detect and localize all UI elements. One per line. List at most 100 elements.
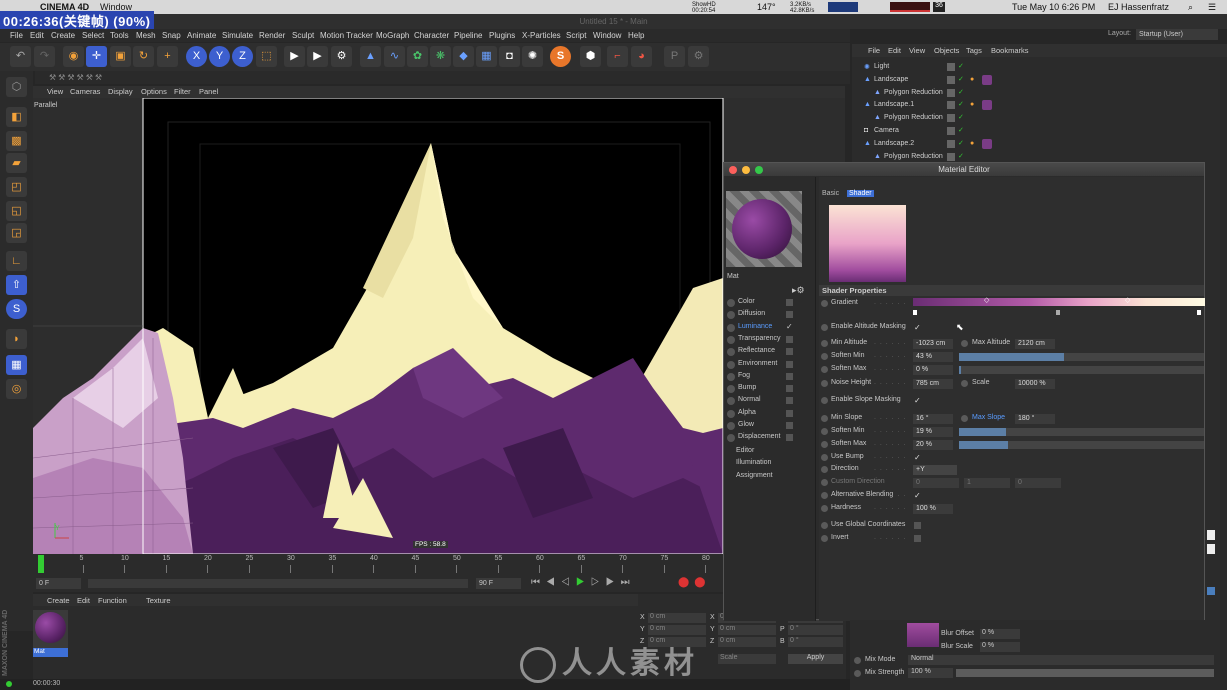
gradient-row-radio[interactable] [821,300,828,307]
channel-checkbox[interactable] [786,397,793,405]
object-menu-view[interactable]: View [909,46,925,55]
channel-checkbox[interactable] [786,422,793,429]
channel-environment[interactable]: Environment [726,359,814,371]
soften-max-slope-slider[interactable] [959,441,1204,449]
min-slope-row-radio[interactable] [821,415,828,422]
enable-check-icon[interactable]: ✓ [958,88,964,96]
menu-mograph[interactable]: MoGraph [376,31,409,40]
channel-fog[interactable]: Fog [726,371,814,383]
datetime[interactable]: Tue May 10 6:26 PM [1012,2,1095,12]
psr-icon[interactable]: P [664,46,685,67]
direction-row-radio[interactable] [821,466,828,473]
channel-radio[interactable] [727,409,735,418]
channel-glow[interactable]: Glow [726,420,814,432]
custom-direction-field[interactable]: 1 [964,478,1010,488]
object-row[interactable]: ▲ Landscape.2 ✓ ● [852,138,1222,151]
soften-min-slope-row-radio[interactable] [821,428,828,435]
scroll-handle-2[interactable] [1207,544,1215,554]
tab-basic[interactable]: Basic [822,190,839,197]
menu-script[interactable]: Script [566,31,586,40]
channel-checkbox[interactable]: ✓ [786,322,793,331]
object-row[interactable]: ◘ Camera ✓ [852,125,1222,138]
menu-create[interactable]: Create [51,31,75,40]
channel-radio[interactable] [727,385,735,394]
object-row[interactable]: ▲ Polygon Reduction ✓ [852,87,1222,100]
altitude-masking-check[interactable]: ✓ [914,323,921,332]
min-altitude-field[interactable]: -1023 cm [913,339,953,349]
xpresso-icon[interactable]: ⬢ [580,46,601,67]
alternative-blending-row-radio[interactable] [821,492,828,499]
viewport-menu-panel[interactable]: Panel [199,87,218,96]
channel-radio[interactable] [727,299,735,307]
channel-color[interactable]: Color [726,297,814,309]
close-icon[interactable] [729,166,737,174]
blur-offset-field[interactable]: 0 % [980,629,1020,639]
gradient-knot-icon[interactable] [913,310,917,315]
frame-range-slider[interactable] [88,579,468,588]
gradient-knot-icon[interactable] [1056,310,1060,315]
object-menu-bookmarks[interactable]: Bookmarks [991,46,1029,55]
spline-icon[interactable]: ∿ [384,46,405,67]
menu-file[interactable]: File [10,31,23,40]
enable-check-icon[interactable]: ✓ [958,152,964,160]
viewport-menu-display[interactable]: Display [108,87,133,96]
material-tag-icon[interactable] [982,74,992,85]
material-tag-icon[interactable] [982,138,992,149]
min-altitude-row-radio[interactable] [821,340,828,347]
soften-min-altitude-field[interactable]: 43 % [913,352,953,362]
gradient-knot-icon[interactable] [1197,310,1201,315]
scale-icon[interactable]: ▣ [110,46,131,67]
custom-direction-field[interactable]: 0 [913,478,959,488]
max-slope-field[interactable]: 180 ° [1015,414,1055,424]
soften-min-slope-field[interactable]: 19 % [913,427,953,437]
material-preview[interactable] [726,191,802,267]
menu-x-particles[interactable]: X-Particles [522,31,561,40]
object-menu-file[interactable]: File [868,46,880,55]
xparticles-icon[interactable]: ◕ [631,46,652,67]
visibility-toggle-icon[interactable] [947,75,955,84]
cube-icon[interactable]: ▲ [360,46,381,67]
mode-icons[interactable]: ⚒⚒⚒⚒⚒⚒ [49,73,129,82]
channel-checkbox[interactable] [786,360,793,368]
use-bump-row-radio[interactable] [821,454,828,461]
end-frame-field[interactable]: 90 F [476,578,521,589]
channel-checkbox[interactable] [786,385,793,393]
maximize-icon[interactable] [755,166,763,174]
spotlight-icon[interactable]: ⌕ [1188,2,1193,13]
soften-max-altitude-field[interactable]: 0 % [913,365,953,375]
gradient-preview[interactable] [829,205,906,282]
enable-check-icon[interactable]: ✓ [958,139,964,147]
menu-pipeline[interactable]: Pipeline [454,31,482,40]
generator-icon[interactable]: ✿ [407,46,428,67]
timeline-ruler[interactable]: 05101520253035404550556065707580 [33,554,723,576]
channel-transparency[interactable]: Transparency [726,334,814,346]
editor-section-illumination[interactable]: Illumination [736,459,771,466]
tag-icon[interactable]: ● [970,76,974,83]
blur-scale-field[interactable]: 0 % [980,642,1020,652]
noise-height-row-radio[interactable] [821,380,828,387]
soften-max-slope-row-radio[interactable] [821,441,828,448]
viewport-menu-cameras[interactable]: Cameras [70,87,100,96]
custom-direction-row-radio[interactable] [821,479,828,486]
visibility-toggle-icon[interactable] [947,139,955,148]
visibility-toggle-icon[interactable] [947,127,955,135]
rotate-icon[interactable]: ↻ [133,46,154,67]
viewport-menu-filter[interactable]: Filter [174,87,191,96]
coord-size-field[interactable]: 0 cm [718,625,776,635]
enable-check-icon[interactable]: ✓ [958,100,964,108]
custom-direction-field[interactable]: 0 [1015,478,1061,488]
tag-icon[interactable]: ● [970,101,974,108]
tweak-icon[interactable]: ⇧ [6,275,27,295]
channel-radio[interactable] [727,372,735,381]
global-coordinates-checkbox[interactable] [914,522,921,529]
texture-mode-icon[interactable]: ▩ [6,131,27,151]
enable-altitude-masking-radio[interactable] [821,324,828,331]
object-menu-tags[interactable]: Tags [966,46,982,55]
max-altitude-radio[interactable] [961,340,968,347]
live-select-icon[interactable]: ◉ [63,46,84,67]
menu-select[interactable]: Select [82,31,104,40]
z-axis-button[interactable]: Z [232,46,253,67]
menu-animate[interactable]: Animate [187,31,216,40]
soften-min-altitude-slider[interactable] [959,353,1204,361]
minimize-icon[interactable] [742,166,750,174]
